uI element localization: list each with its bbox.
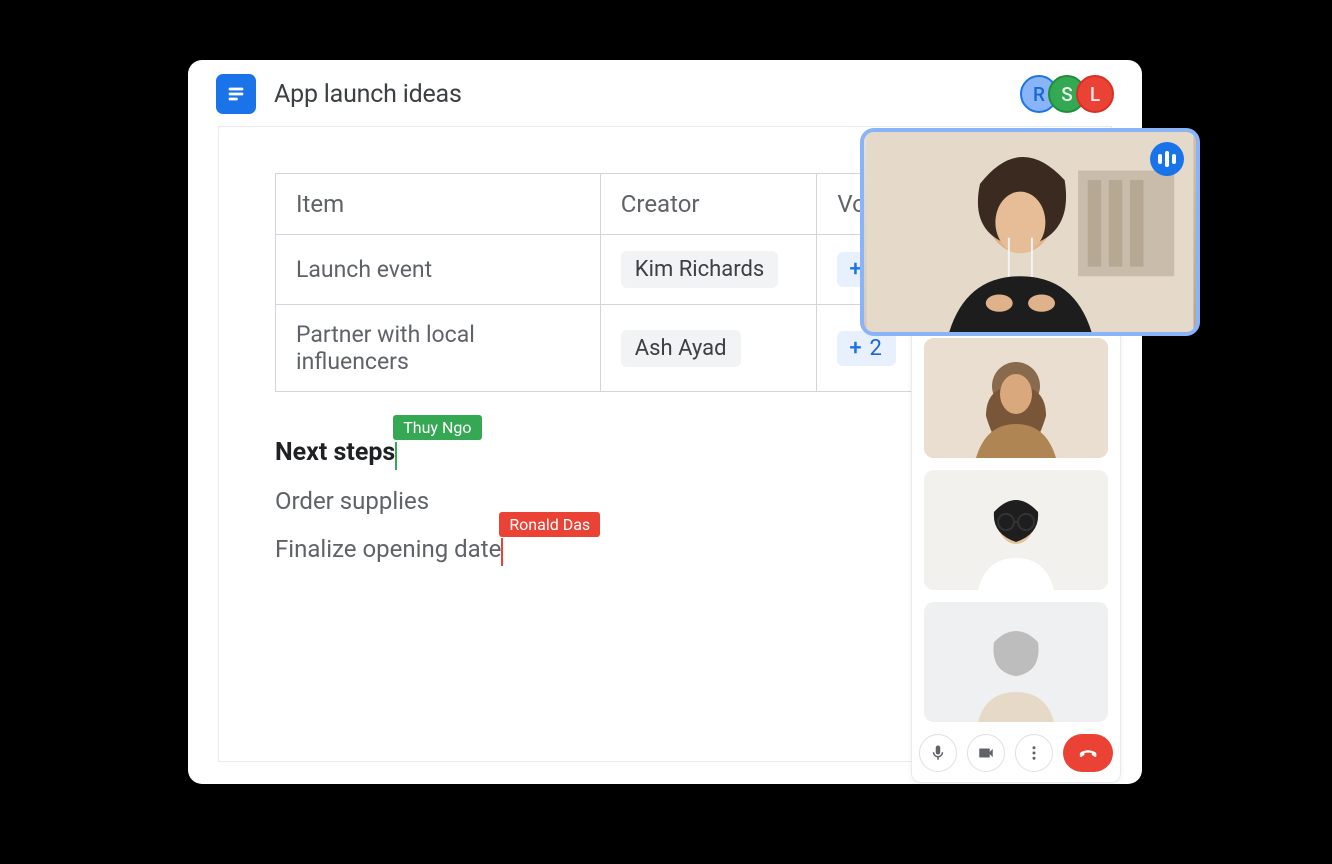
video-tile[interactable] — [924, 602, 1108, 722]
ideas-table: Item Creator Votes Launch event Kim Rich… — [275, 173, 953, 392]
camera-button[interactable] — [967, 734, 1005, 772]
app-window: App launch ideas R S L Item Creator Vote… — [188, 60, 1142, 784]
speaking-indicator-icon — [1150, 142, 1184, 176]
mic-button[interactable] — [919, 734, 957, 772]
more-button[interactable] — [1015, 734, 1053, 772]
cell-item[interactable]: Launch event — [276, 235, 601, 305]
collab-cursor-flag: Ronald Das — [499, 512, 600, 537]
cell-item[interactable]: Partner with local influencers — [276, 305, 601, 392]
video-tile[interactable] — [924, 470, 1108, 590]
cell-creator[interactable]: Kim Richards — [600, 235, 817, 305]
table-header-row: Item Creator Votes — [276, 174, 953, 235]
more-vertical-icon — [1025, 744, 1043, 762]
docs-icon[interactable] — [216, 74, 256, 114]
meet-controls — [912, 734, 1120, 772]
phone-hangup-icon — [1077, 742, 1099, 764]
collab-cursor-flag: Thuy Ngo — [393, 415, 481, 440]
col-header-creator: Creator — [600, 174, 817, 235]
document-title[interactable]: App launch ideas — [274, 80, 462, 109]
col-header-item: Item — [276, 174, 601, 235]
active-speaker-tile[interactable] — [860, 128, 1200, 336]
cell-creator[interactable]: Ash Ayad — [600, 305, 817, 392]
video-tile[interactable] — [924, 338, 1108, 458]
plus-icon: + — [849, 336, 861, 361]
table-row[interactable]: Partner with local influencers Ash Ayad … — [276, 305, 953, 392]
collab-cursor-caret — [501, 538, 503, 566]
hangup-button[interactable] — [1063, 734, 1113, 772]
table-row[interactable]: Launch event Kim Richards + 4 — [276, 235, 953, 305]
creator-chip[interactable]: Ash Ayad — [621, 330, 741, 367]
list-item[interactable]: Finalize opening date — [275, 535, 501, 563]
camera-icon — [977, 744, 995, 762]
section-heading[interactable]: Next steps — [275, 438, 395, 467]
avatar[interactable]: L — [1076, 75, 1114, 113]
creator-chip[interactable]: Kim Richards — [621, 251, 778, 288]
collab-cursor-caret — [395, 442, 397, 470]
vote-count: 2 — [870, 336, 882, 361]
collaborator-avatars: R S L — [1020, 75, 1114, 113]
microphone-icon — [929, 744, 947, 762]
header: App launch ideas R S L — [188, 60, 1142, 126]
